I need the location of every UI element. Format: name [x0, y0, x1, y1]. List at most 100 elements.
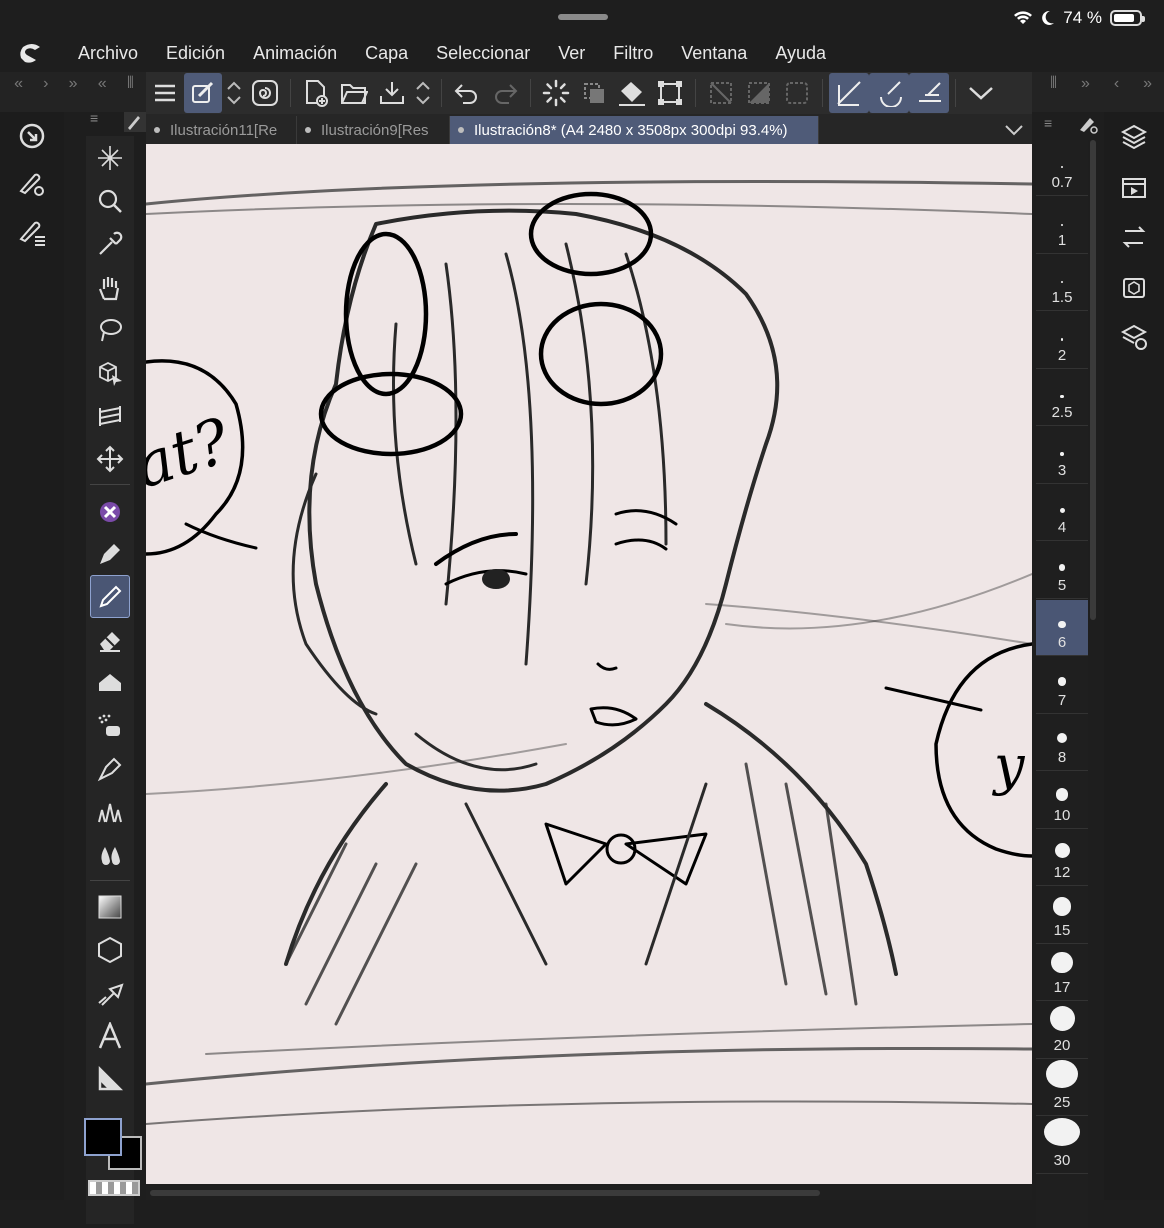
tabs-chevron-down-icon[interactable] — [996, 116, 1032, 144]
menu-filtro[interactable]: Filtro — [599, 34, 667, 72]
spiral-icon[interactable] — [246, 73, 284, 113]
drawing-canvas[interactable]: at? y — [146, 144, 1032, 1184]
transform-tool-icon[interactable] — [184, 73, 222, 113]
brush-size-15[interactable]: 15 — [1036, 888, 1088, 944]
brush-size-0-7[interactable]: 0.7 — [1036, 140, 1088, 196]
palette-collapse-controls[interactable]: « › » « ⦀ — [4, 74, 144, 94]
move-icon[interactable] — [86, 437, 134, 480]
material-icon[interactable] — [1104, 262, 1164, 312]
new-file-icon[interactable] — [297, 73, 335, 113]
3d-operation-icon[interactable] — [86, 351, 134, 394]
layer-move-icon[interactable] — [86, 394, 134, 437]
deselect-icon[interactable] — [702, 73, 740, 113]
snap-to-ruler-icon[interactable] — [829, 73, 869, 113]
menu-ver[interactable]: Ver — [544, 34, 599, 72]
up-down-arrows-icon-2[interactable] — [411, 73, 435, 113]
brush-size-20[interactable]: 20 — [1036, 1003, 1088, 1059]
select-layer-icon[interactable] — [575, 73, 613, 113]
chevron-down-icon[interactable] — [962, 73, 1000, 113]
brush-size-25[interactable]: 25 — [1036, 1060, 1088, 1116]
menu-archivo[interactable]: Archivo — [64, 34, 152, 72]
ink-pen-icon[interactable] — [86, 747, 134, 790]
menu-capa[interactable]: Capa — [351, 34, 422, 72]
lasso-icon[interactable] — [86, 308, 134, 351]
fill-bucket-icon[interactable] — [613, 73, 651, 113]
pen-icon[interactable] — [86, 532, 134, 575]
hamburger-menu-icon[interactable] — [146, 73, 184, 113]
sub-tool-detail-icon[interactable] — [1104, 312, 1164, 362]
eyedropper-icon[interactable] — [86, 222, 134, 265]
frame-icon[interactable] — [86, 971, 134, 1014]
loading-spinner-icon[interactable] — [537, 73, 575, 113]
tool-panel-menu-icon[interactable]: ≡ — [90, 110, 98, 126]
brush-size-scrollbar[interactable] — [1090, 140, 1096, 620]
tab-ilustracion11[interactable]: Ilustración11[Re — [146, 116, 297, 144]
right-palette-collapse-controls[interactable]: ⦀ » ‹ » — [1038, 74, 1164, 94]
animation-icon[interactable] — [1104, 162, 1164, 212]
menu-edicion[interactable]: Edición — [152, 34, 239, 72]
layers-icon[interactable] — [1104, 112, 1164, 162]
save-icon[interactable] — [373, 73, 411, 113]
menu-animacion[interactable]: Animación — [239, 34, 351, 72]
brush-size-30[interactable]: 30 — [1036, 1117, 1088, 1174]
brush-size-7[interactable]: 7 — [1036, 658, 1088, 714]
brush-size-10[interactable]: 10 — [1036, 773, 1088, 829]
clip-studio-logo-icon[interactable] — [0, 34, 64, 72]
main-color-swatch[interactable] — [84, 1118, 122, 1156]
brush-size-17[interactable]: 17 — [1036, 945, 1088, 1001]
brush-size-5[interactable]: 5 — [1036, 543, 1088, 599]
brush-size-2-5[interactable]: 2.5 — [1036, 370, 1088, 426]
text-icon[interactable] — [86, 1014, 134, 1057]
brush-size-6[interactable]: 6 — [1036, 600, 1088, 656]
crop-icon[interactable] — [651, 73, 689, 113]
blend-icon[interactable] — [86, 833, 134, 876]
menu-ventana[interactable]: Ventana — [667, 34, 761, 72]
grip-icon[interactable]: ⦀ — [127, 75, 134, 93]
settings-brush-icon[interactable] — [8, 160, 56, 208]
transparent-color-swatch[interactable] — [88, 1180, 140, 1196]
horizontal-scroll-thumb[interactable] — [150, 1190, 820, 1196]
up-down-arrows-icon[interactable] — [222, 73, 246, 113]
collapse-left-icon-2[interactable]: « — [98, 75, 107, 93]
history-icon[interactable] — [8, 208, 56, 256]
shape-icon[interactable] — [86, 928, 134, 971]
invert-selection-icon[interactable] — [740, 73, 778, 113]
multitask-grabber[interactable] — [558, 14, 608, 20]
zoom-icon[interactable] — [86, 179, 134, 222]
brush-size-2[interactable]: 2 — [1036, 313, 1088, 369]
grip-icon-right[interactable]: ⦀ — [1050, 75, 1057, 93]
menu-seleccionar[interactable]: Seleccionar — [422, 34, 544, 72]
clip-studio-icon[interactable] — [8, 112, 56, 160]
menu-ayuda[interactable]: Ayuda — [761, 34, 840, 72]
brush-size-12[interactable]: 12 — [1036, 830, 1088, 886]
ruler-icon[interactable] — [86, 1057, 134, 1100]
undo-icon[interactable] — [448, 73, 486, 113]
expand-right-icon-3[interactable]: » — [1143, 75, 1152, 93]
brush-size-8[interactable]: 8 — [1036, 715, 1088, 771]
snap-to-special-ruler-icon[interactable] — [869, 73, 909, 113]
hand-icon[interactable] — [86, 265, 134, 308]
sub-tool-icon[interactable] — [86, 489, 134, 532]
open-folder-icon[interactable] — [335, 73, 373, 113]
fill-icon[interactable] — [86, 661, 134, 704]
chevron-left-icon[interactable]: ‹ — [1114, 75, 1119, 93]
eraser-icon[interactable] — [86, 618, 134, 661]
tab-ilustracion9[interactable]: Ilustración9[Res — [297, 116, 450, 144]
tab-ilustracion8[interactable]: Ilustración8* (A4 2480 x 3508px 300dpi 9… — [450, 116, 819, 144]
brush-size-1[interactable]: 1 — [1036, 198, 1088, 254]
snap-to-grid-icon[interactable] — [909, 73, 949, 113]
airbrush-icon[interactable] — [86, 704, 134, 747]
brush-size-tab-icon[interactable] — [1076, 112, 1098, 134]
expand-right-icon[interactable]: » — [69, 75, 78, 93]
collapse-left-icon[interactable]: « — [14, 75, 23, 93]
selection-frame-icon[interactable] — [778, 73, 816, 113]
pencil-icon[interactable] — [90, 575, 130, 618]
expand-right-icon-2[interactable]: » — [1081, 75, 1090, 93]
tool-panel-pen-tab[interactable] — [124, 112, 146, 132]
brush-size-1-5[interactable]: 1.5 — [1036, 255, 1088, 311]
decoration-icon[interactable] — [86, 790, 134, 833]
gradient-icon[interactable] — [86, 885, 134, 928]
layer-property-icon[interactable] — [1104, 212, 1164, 262]
brush-size-4[interactable]: 4 — [1036, 485, 1088, 541]
chevron-right-icon[interactable]: › — [43, 75, 48, 93]
